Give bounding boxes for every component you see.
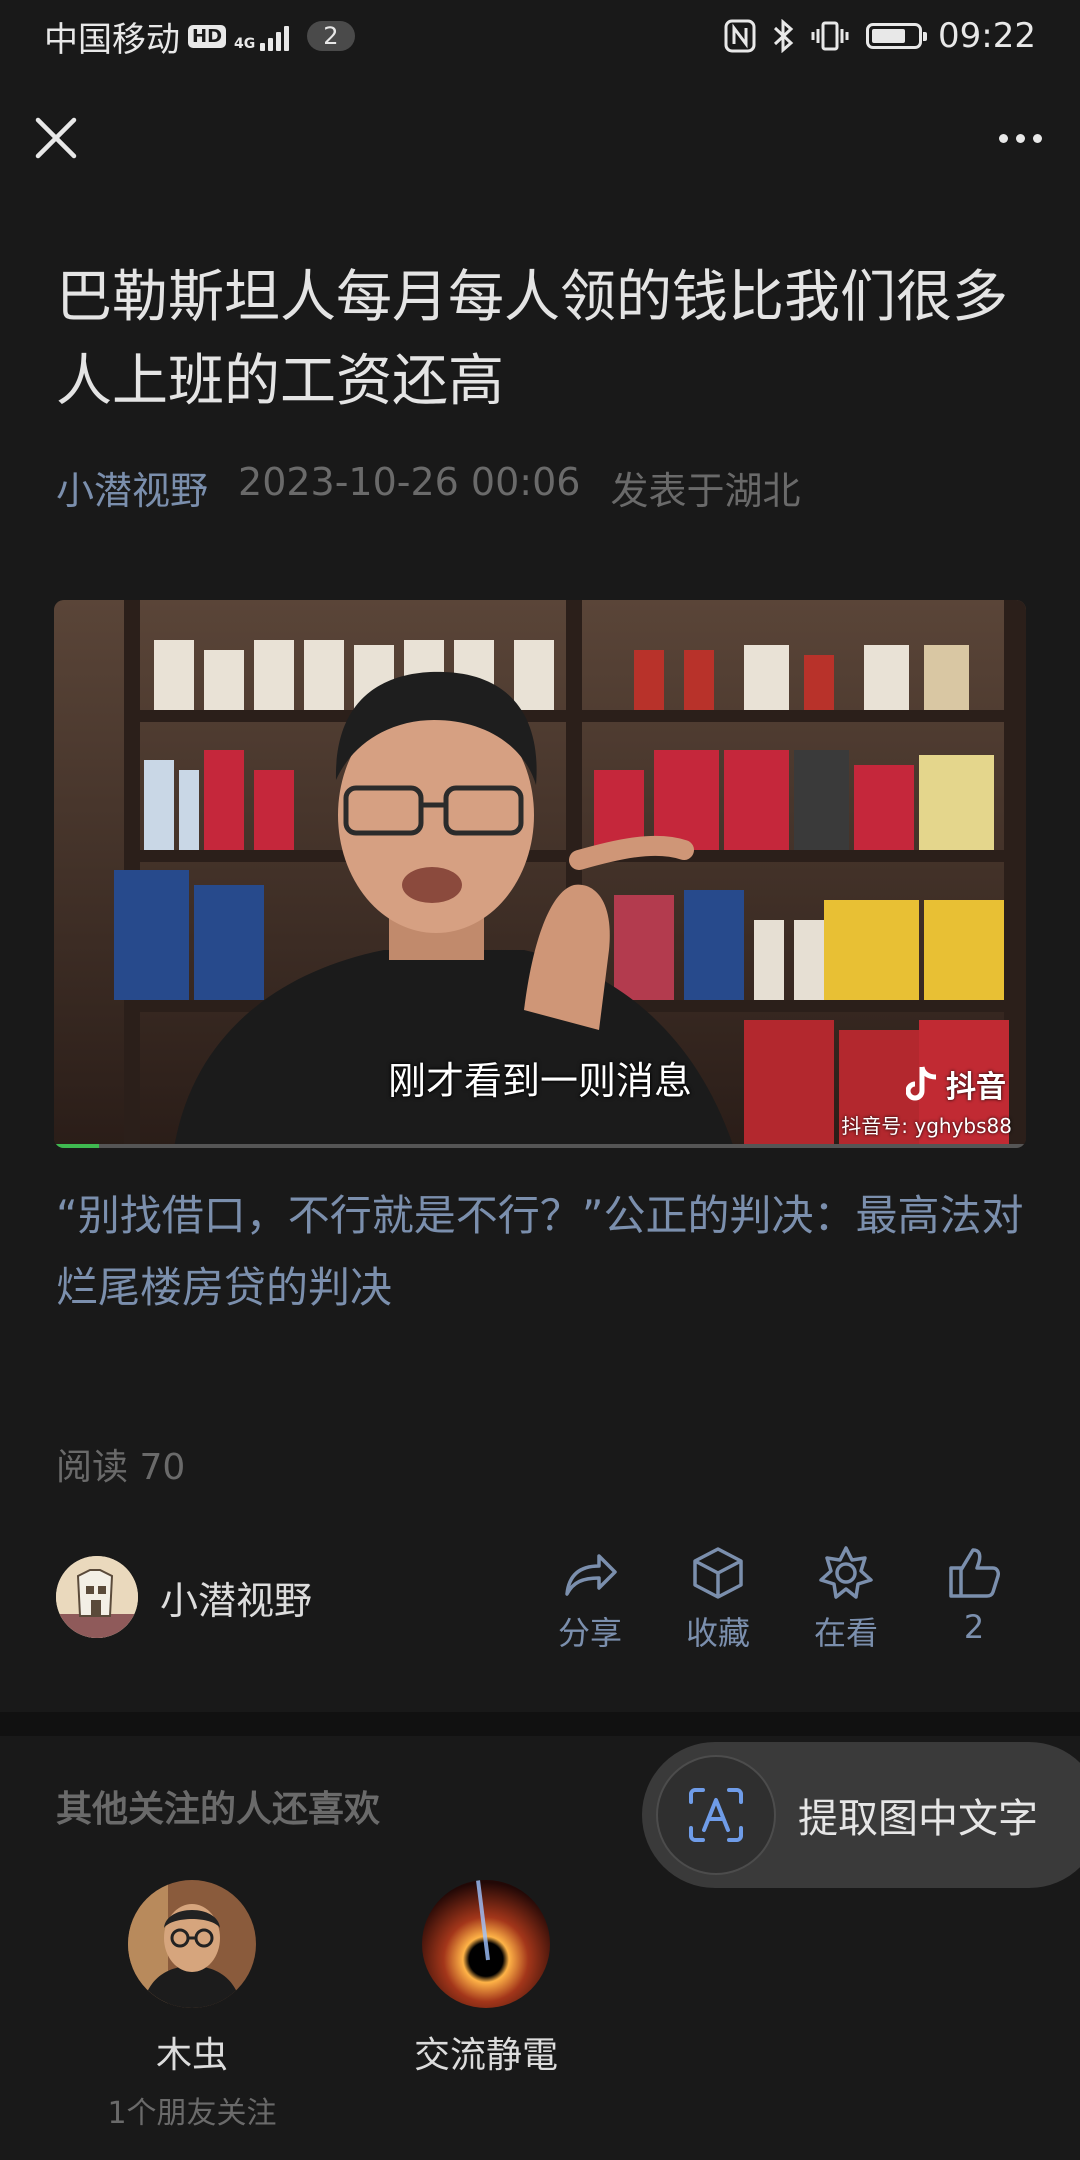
share-button[interactable]: 分享: [526, 1544, 654, 1654]
article-meta: 小潜视野 2023-10-26 00:06 发表于湖北: [56, 460, 800, 515]
douyin-watermark: 抖音: [906, 1062, 1006, 1106]
nfc-icon: [724, 19, 756, 53]
signal-icon: 4G: [234, 21, 290, 52]
favorite-button[interactable]: 收藏: [654, 1544, 782, 1654]
douyin-logo-icon: [906, 1066, 937, 1101]
read-count: 阅读 70: [56, 1447, 186, 1488]
network-type: 4G: [234, 36, 256, 52]
video-subtitle: 刚才看到一则消息: [387, 1059, 692, 1103]
recommend-user[interactable]: 交流静電: [366, 1880, 606, 2078]
clock: 09:22: [938, 16, 1036, 56]
user-name[interactable]: 木虫: [156, 2026, 228, 2078]
close-button[interactable]: [30, 112, 82, 164]
more-options-button[interactable]: [990, 112, 1050, 164]
thumbs-up-icon: [949, 1548, 1000, 1598]
share-label: 分享: [557, 1614, 622, 1652]
section-divider: [0, 1712, 1080, 1736]
bluetooth-icon: [773, 19, 794, 53]
more-dot-icon: [1032, 133, 1042, 143]
share-icon: [565, 1554, 617, 1596]
text-scan-icon: [689, 1788, 743, 1842]
video-player[interactable]: 刚才看到一则消息 抖音 抖音号: yghybs88: [54, 600, 1026, 1148]
ocr-icon-circle: [656, 1755, 776, 1875]
extract-text-button[interactable]: 提取图中文字: [642, 1742, 1080, 1888]
article-title: 巴勒斯坦人每月每人领的钱比我们很多人上班的工资还高: [56, 265, 1008, 414]
author-profile[interactable]: 小潜视野: [56, 1556, 312, 1638]
user-followers: 1个朋友关注: [107, 2096, 277, 2131]
like-count: 2: [963, 1608, 985, 1646]
user-avatar[interactable]: [128, 1880, 256, 2008]
carrier-name: 中国移动: [44, 19, 180, 60]
more-dot-icon: [1015, 133, 1025, 143]
article-body: “别找借口，不行就是不行？”公正的判决：最高法对烂尾楼房贷的判决: [56, 1191, 1024, 1312]
vibrate-icon: [811, 21, 849, 51]
status-bar-right: 09:22: [724, 14, 1036, 58]
douyin-label: 抖音: [946, 1070, 1006, 1105]
status-bar-left: 中国移动 HD 4G 2: [44, 14, 355, 60]
douyin-account: 抖音号: yghybs88: [841, 1114, 1012, 1138]
watching-label: 在看: [813, 1614, 878, 1652]
like-button[interactable]: 2: [910, 1544, 1038, 1654]
author-name[interactable]: 小潜视野: [160, 1570, 312, 1625]
author-link[interactable]: 小潜视野: [56, 460, 208, 515]
favorite-label: 收藏: [685, 1614, 750, 1652]
hd-badge: HD: [188, 24, 227, 48]
watching-button[interactable]: 在看: [782, 1544, 910, 1654]
recommend-user[interactable]: 木虫 1个朋友关注: [72, 1880, 312, 2132]
user-avatar[interactable]: [422, 1880, 550, 2008]
battery-icon: [866, 23, 928, 49]
star-icon: [819, 1546, 873, 1599]
cube-icon: [693, 1547, 743, 1599]
user-name[interactable]: 交流静電: [414, 2026, 558, 2078]
author-avatar[interactable]: [56, 1556, 138, 1638]
recommend-title: 其他关注的人还喜欢: [56, 1789, 381, 1830]
more-dot-icon: [998, 133, 1008, 143]
action-bar: 分享 收藏 在看 2: [526, 1544, 1038, 1654]
close-icon: [35, 117, 77, 159]
publish-location: 发表于湖北: [610, 469, 801, 513]
publish-date: 2023-10-26 00:06: [238, 460, 581, 504]
notification-count: 2: [307, 21, 355, 51]
extract-text-label: 提取图中文字: [798, 1796, 1038, 1842]
